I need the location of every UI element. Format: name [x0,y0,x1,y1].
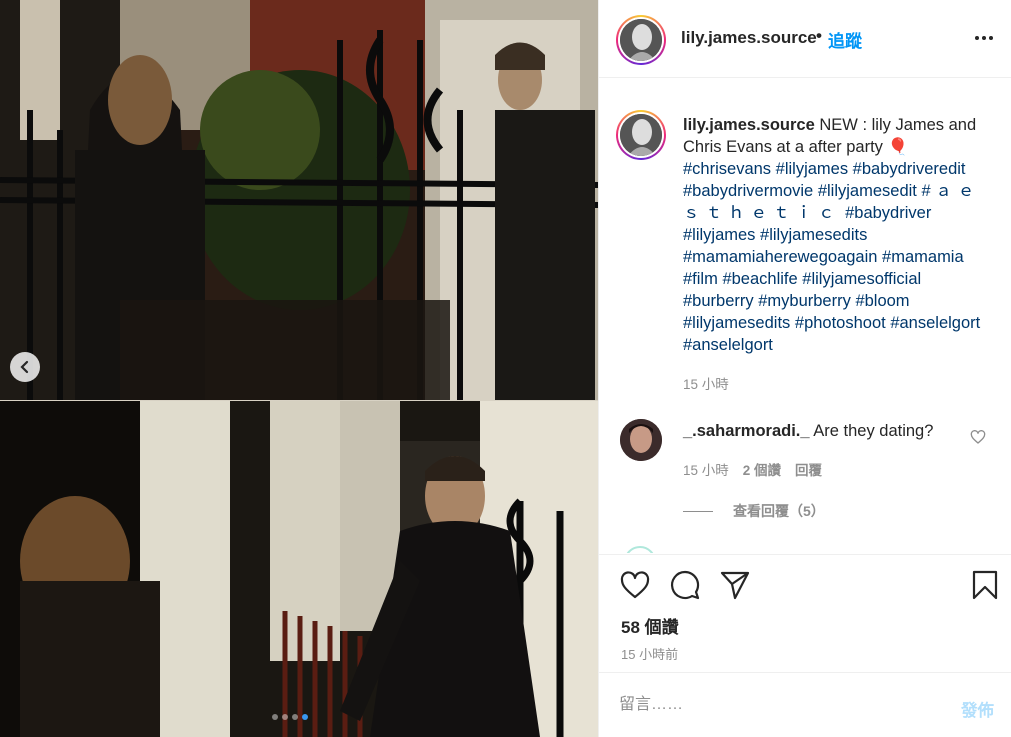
hashtag-link[interactable]: #lilyjamesedit [818,182,917,200]
caption-hashtags[interactable]: #chrisevans #lilyjames #babydriveredit #… [683,160,966,200]
comment-text: Are they dating? [813,422,934,440]
next-commenter-avatar-partial [624,546,656,553]
likes-count[interactable]: 58 個讚 [621,613,679,638]
comment-body: _.saharmoradi._ Are they dating? [683,422,933,441]
author-avatar[interactable] [616,15,666,65]
author-username[interactable]: lily.james.source [681,28,817,48]
comment-timestamp: 15 小時 [683,463,729,478]
hashtag-link[interactable]: #babydrivermovie [683,182,813,200]
carousel-dot [272,714,278,720]
hashtag-link[interactable]: #babydriveredit [853,160,966,178]
post-side-panel: lily.james.source • 追蹤 lily.james.source… [598,0,1011,737]
caption-timestamp: 15 小時 [683,377,729,392]
photo-bottom-night-street [0,401,598,737]
caption-hashtags-more[interactable]: #babydriver #lilyjames #lilyjamesedits #… [683,204,980,354]
hashtag-link[interactable]: #mamamia [882,248,964,266]
comment-icon[interactable] [669,569,701,601]
comment-like-heart-icon[interactable] [970,429,986,445]
hashtag-link[interactable]: #bloom [855,292,909,310]
carousel-dot-active [302,714,308,720]
hashtag-link[interactable]: #lilyjames [683,226,755,244]
post-timestamp[interactable]: 15 小時前 [621,644,678,663]
hashtag-link[interactable]: #anselelgort [683,336,773,354]
hashtag-link[interactable]: #anselelgort [890,314,980,332]
hashtag-link[interactable]: #myburberry [758,292,851,310]
chevron-left-icon [20,360,29,374]
commenter-username[interactable]: _.saharmoradi._ [683,422,810,440]
view-replies-label: 查看回覆（5） [733,503,825,519]
post-actions: 58 個讚 15 小時前 [599,554,1011,672]
hashtag-link[interactable]: # [921,182,930,200]
post-header: lily.james.source • 追蹤 [599,0,1011,78]
comment-input[interactable] [619,692,939,718]
hashtag-link[interactable]: #mamamiaherewegoagain [683,248,877,266]
heart-icon[interactable] [619,569,651,601]
comment-meta: 15 小時 2 個讚 回覆 [683,459,822,479]
carousel-dot [282,714,288,720]
balloon-emoji: 🎈 [887,138,909,156]
post-caption: lily.james.source NEW : lily James and C… [683,114,995,356]
more-options-button[interactable] [975,28,999,48]
carousel-prev-button[interactable] [10,352,40,382]
hashtag-link[interactable]: #lilyjamesedits [683,314,790,332]
hashtag-link[interactable]: #lilyjames [776,160,848,178]
bookmark-icon[interactable] [969,569,1001,601]
caption-username[interactable]: lily.james.source [683,116,815,134]
view-replies-line [683,510,713,512]
hashtag-link[interactable]: #chrisevans [683,160,771,178]
hashtag-link[interactable]: #burberry [683,292,754,310]
view-replies-button[interactable]: 查看回覆（5） [683,501,825,521]
hashtag-link[interactable]: #babydriver [845,204,931,222]
comments-section[interactable]: lily.james.source NEW : lily James and C… [599,79,1011,553]
hashtag-link[interactable]: #lilyjamesedits [760,226,867,244]
hashtag-link[interactable]: #lilyjamesofficial [802,270,921,288]
more-horizontal-icon [975,36,979,40]
post-comment-button[interactable]: 發佈 [961,697,994,721]
hashtag-link[interactable]: #beachlife [722,270,797,288]
photo-top-night-street [0,0,598,400]
caption-author-avatar[interactable] [616,110,666,160]
post-media[interactable] [0,0,598,737]
send-icon[interactable] [719,569,751,601]
hashtag-link[interactable]: #photoshoot [795,314,886,332]
comment-likes-count[interactable]: 2 個讚 [743,459,781,479]
carousel-dot [292,714,298,720]
comment-reply-button[interactable]: 回覆 [795,459,822,479]
follow-button[interactable]: 追蹤 [828,27,862,52]
separator-dot: • [816,26,822,45]
commenter-avatar[interactable] [620,419,662,461]
hashtag-link[interactable]: #film [683,270,718,288]
carousel-indicator [272,714,308,720]
add-comment-form: 發佈 [599,672,1011,737]
